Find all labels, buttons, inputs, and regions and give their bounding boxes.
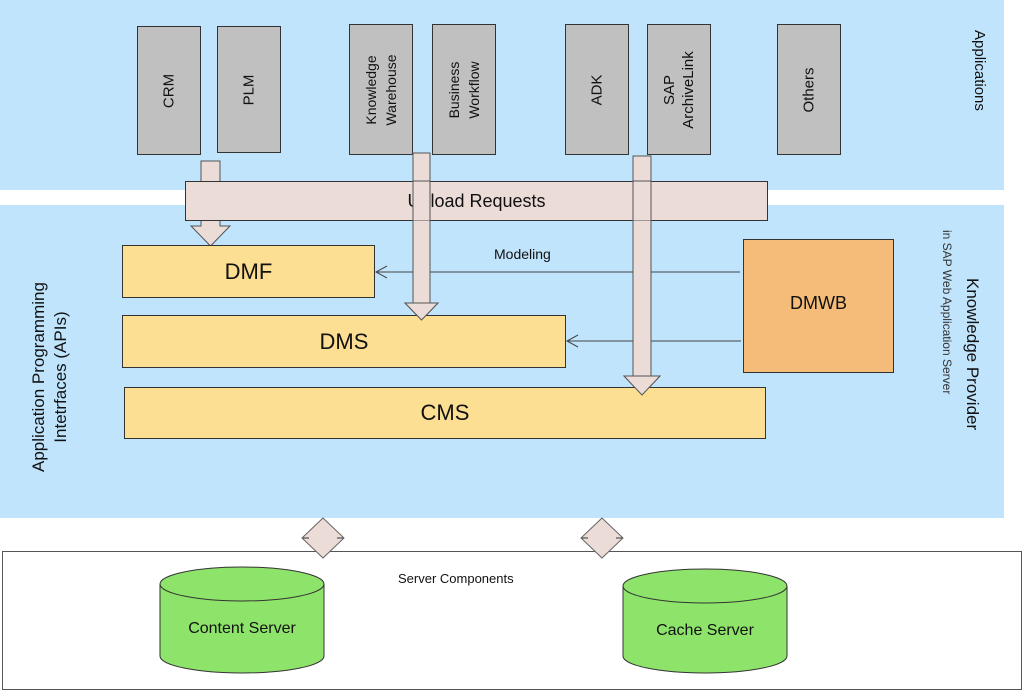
cache-server-label: Cache Server <box>656 622 754 639</box>
server-shapes-layer <box>159 517 788 674</box>
cache-server-cylinder <box>622 568 788 674</box>
content-server-label: Content Server <box>188 620 296 637</box>
